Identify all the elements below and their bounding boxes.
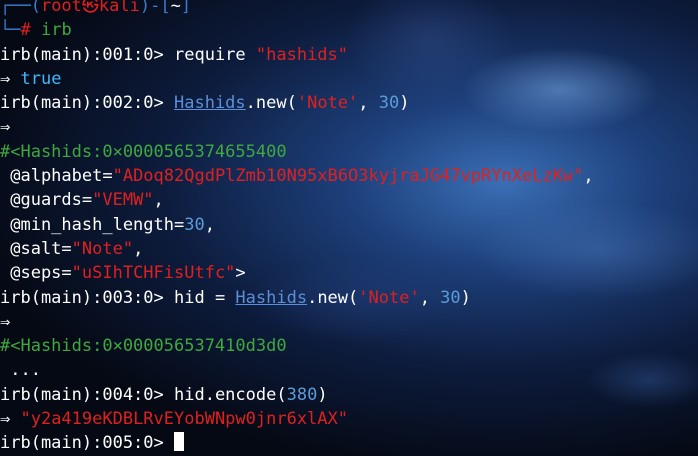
code-text: > xyxy=(235,263,246,284)
prompt-host: kali xyxy=(98,0,140,16)
string-literal: "VEMW" xyxy=(92,190,154,211)
ellipsis-text: ... xyxy=(0,360,41,381)
code-text: require xyxy=(174,44,256,65)
ellipsis-line: ... xyxy=(0,358,698,382)
object-attr-line: @salt="Note", xyxy=(0,237,698,261)
irb-prompt: irb(main):001:0> xyxy=(0,44,174,65)
constant-name: Hashids xyxy=(235,287,308,308)
code-text: , xyxy=(419,287,441,308)
irb-input-line[interactable]: irb(main):005:0> xyxy=(0,431,698,455)
prompt-frame: ┌──( xyxy=(0,0,41,16)
code-text: , xyxy=(204,214,215,235)
result-arrow: ⇒ xyxy=(0,68,21,89)
result-arrow: ⇒ xyxy=(0,117,11,138)
string-literal: 'Note' xyxy=(358,287,420,308)
prompt-header-line: ┌──(root㉿kali)-[~] xyxy=(0,0,698,18)
terminal-output[interactable]: ┌──(root㉿kali)-[~] └─# irb irb(main):001… xyxy=(0,0,698,456)
attr-name: @alphabet= xyxy=(0,166,113,187)
irb-line: irb(main):002:0> Hashids.new('Note', 30) xyxy=(0,91,698,115)
result-arrow: ⇒ xyxy=(0,311,11,332)
attr-name: @guards= xyxy=(0,190,93,211)
code-text: , xyxy=(133,238,144,259)
shell-command-line: └─# irb xyxy=(0,18,698,42)
string-literal: 'Note' xyxy=(296,93,359,114)
object-id: #<Hashids:0×0000565374655400 xyxy=(0,141,287,162)
number-literal: 30 xyxy=(378,93,400,114)
attr-name: @salt= xyxy=(0,238,72,259)
prompt-cwd: ~ xyxy=(170,0,181,16)
irb-result-line: ⇒ xyxy=(0,115,698,139)
irb-prompt: irb(main):003:0> xyxy=(0,287,174,308)
code-text: ) xyxy=(317,384,328,405)
number-literal: 30 xyxy=(184,214,205,235)
irb-prompt: irb(main):005:0> xyxy=(0,433,174,454)
text-cursor[interactable] xyxy=(174,432,184,452)
object-attr-line: @seps="uSIhTCHFisUtfc"> xyxy=(0,261,698,285)
root-hash: # xyxy=(20,20,31,41)
constant-name: Hashids xyxy=(174,93,246,114)
code-text: ) xyxy=(460,287,471,308)
skull-icon: ㉿ xyxy=(81,0,99,16)
string-literal: "Note" xyxy=(71,238,134,259)
object-attr-line: @guards="VEMW", xyxy=(0,188,698,212)
code-text: , xyxy=(153,190,164,211)
code-text: , xyxy=(583,166,594,187)
object-attr-line: @alphabet="ADoq82QgdPlZmb10N95xB6O3kyjra… xyxy=(0,164,698,188)
irb-result-line: ⇒ "y2a419eKDBLRvEYobWNpw0jnr6xlAX" xyxy=(0,407,698,431)
string-literal: "uSIhTCHFisUtfc" xyxy=(71,263,236,284)
attr-name: @seps= xyxy=(0,263,72,284)
object-attr-line: @min_hash_length=30, xyxy=(0,213,698,237)
string-literal: "ADoq82QgdPlZmb10N95xB6O3kyjraJG47vpRYnX… xyxy=(112,166,584,187)
code-text: hid = xyxy=(174,287,236,308)
object-id: #<Hashids:0×000056537410d3d0 xyxy=(0,336,287,357)
irb-line: irb(main):004:0> hid.encode(380) xyxy=(0,383,698,407)
result-arrow: ⇒ xyxy=(0,409,21,430)
irb-line: irb(main):003:0> hid = Hashids.new('Note… xyxy=(0,286,698,310)
number-literal: 30 xyxy=(440,287,461,308)
prompt-user: root xyxy=(40,0,82,16)
result-value: true xyxy=(20,68,62,89)
irb-prompt: irb(main):004:0> xyxy=(0,384,174,405)
number-literal: 380 xyxy=(286,384,318,405)
prompt-frame: )-[ xyxy=(139,0,171,16)
string-literal: "hashids" xyxy=(255,44,349,65)
encoded-hash: "y2a419eKDBLRvEYobWNpw0jnr6xlAX" xyxy=(20,409,348,430)
code-text: , xyxy=(358,93,379,114)
irb-result-line: ⇒ xyxy=(0,310,698,334)
shell-command: irb xyxy=(40,20,72,41)
object-inspect-line: #<Hashids:0×000056537410d3d0 xyxy=(0,334,698,358)
object-inspect-line: #<Hashids:0×0000565374655400 xyxy=(0,140,698,164)
irb-result-line: ⇒ true xyxy=(0,67,698,91)
attr-name: @min_hash_length= xyxy=(0,214,185,235)
prompt-frame: ] xyxy=(180,0,192,16)
irb-prompt: irb(main):002:0> xyxy=(0,93,174,114)
prompt-frame: └─ xyxy=(0,20,21,41)
code-text: ) xyxy=(399,93,410,114)
irb-line: irb(main):001:0> require "hashids" xyxy=(0,43,698,67)
code-text: hid.encode( xyxy=(174,384,287,405)
code-text: .new( xyxy=(307,287,359,308)
code-text: .new( xyxy=(245,93,297,114)
